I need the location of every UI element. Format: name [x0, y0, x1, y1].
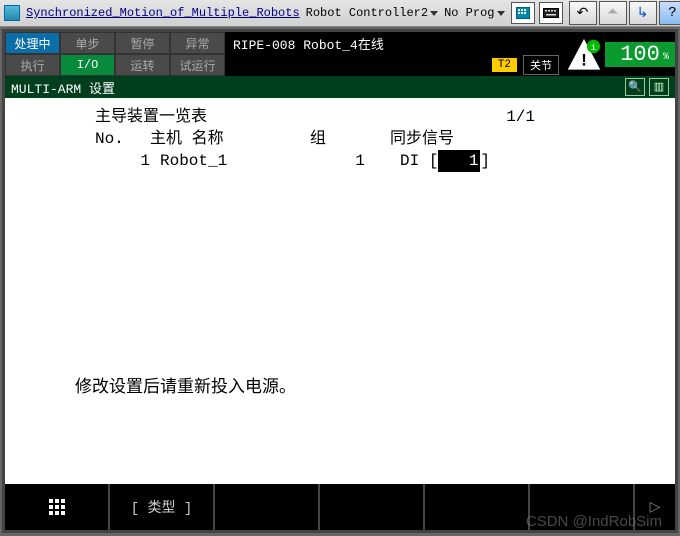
- col-host: 主机 名称: [150, 128, 310, 150]
- warning-icon: i!: [563, 35, 605, 73]
- col-no: No.: [95, 128, 150, 150]
- status-message: RIPE-008 Robot_4在线: [225, 34, 563, 53]
- screen-title: MULTI-ARM 设置: [11, 78, 115, 97]
- help-button[interactable]: ?: [659, 1, 680, 25]
- softkey-menu[interactable]: [5, 484, 110, 530]
- signal-number-input[interactable]: 1: [438, 150, 480, 172]
- override-display[interactable]: 100 %: [605, 42, 675, 67]
- teach-mode-badge: T2: [492, 58, 517, 72]
- svg-text:i: i: [591, 42, 597, 53]
- col-group: 组: [310, 128, 390, 150]
- status-step: 单步: [60, 32, 115, 54]
- status-busy: 处理中: [5, 32, 60, 54]
- status-panel: 处理中 单步 暂停 异常 RIPE-008 Robot_4在线 T2 关节 i!…: [5, 32, 675, 76]
- app-title: Synchronized_Motion_of_Multiple_Robots: [26, 6, 300, 20]
- teach-pendant-body: 处理中 单步 暂停 异常 RIPE-008 Robot_4在线 T2 关节 i!…: [2, 29, 678, 533]
- cell-no: 1: [95, 150, 160, 172]
- softkey-bar: [ 类型 ] ▷: [5, 484, 675, 530]
- softkey-f5[interactable]: [425, 484, 530, 530]
- status-io: I/O: [60, 54, 115, 76]
- chevron-down-icon: [430, 11, 438, 16]
- status-prod: 运转: [115, 54, 170, 76]
- coord-badge[interactable]: 关节: [523, 55, 559, 75]
- cell-host: Robot_1: [160, 150, 320, 172]
- notice-message: 修改设置后请重新投入电源。: [75, 378, 296, 400]
- table-row[interactable]: 1 Robot_1 1 DI [1]: [95, 150, 655, 172]
- program-label: No Prog: [444, 6, 494, 20]
- status-hold: 暂停: [115, 32, 170, 54]
- status-run: 执行: [5, 54, 60, 76]
- page-indicator: 1/1: [506, 106, 535, 128]
- status-message-area: RIPE-008 Robot_4在线 T2 关节 i! 100 %: [225, 32, 675, 76]
- controller-label: Robot Controller2: [306, 6, 428, 20]
- softkey-f6[interactable]: [530, 484, 635, 530]
- softkey-f3[interactable]: [215, 484, 320, 530]
- titlebar: Synchronized_Motion_of_Multiple_Robots R…: [0, 0, 680, 27]
- screen-header: MULTI-ARM 设置 🔍 ▥: [5, 76, 675, 98]
- status-fault: 异常: [170, 32, 225, 54]
- layout-icon[interactable]: ▥: [649, 78, 669, 96]
- controller-selector[interactable]: Robot Controller2: [306, 6, 438, 20]
- cell-sync: DI [1]: [400, 150, 560, 172]
- back-button[interactable]: ↶: [569, 1, 597, 25]
- fwd-button[interactable]: ↳: [629, 1, 657, 25]
- softkey-f2-type[interactable]: [ 类型 ]: [110, 484, 215, 530]
- chevron-down-icon: [497, 11, 505, 16]
- keyboard-icon[interactable]: [539, 2, 563, 24]
- table-header: No. 主机 名称 组 同步信号: [95, 128, 655, 150]
- cell-group: 1: [320, 150, 400, 172]
- program-selector[interactable]: No Prog: [444, 6, 504, 20]
- content-area: 主导装置一览表 1/1 No. 主机 名称 组 同步信号 1 Robot_1 1…: [5, 98, 675, 484]
- tree-button[interactable]: ⏶: [599, 1, 627, 25]
- zoom-icon[interactable]: 🔍: [625, 78, 645, 96]
- app-icon: [4, 5, 20, 21]
- svg-text:!: !: [579, 52, 589, 71]
- list-title: 主导装置一览表: [95, 106, 207, 128]
- override-unit: %: [663, 52, 669, 63]
- override-value: 100: [620, 42, 660, 67]
- keypad-icon[interactable]: [511, 2, 535, 24]
- softkey-next[interactable]: ▷: [635, 484, 675, 530]
- col-sync: 同步信号: [390, 128, 510, 150]
- softkey-f4[interactable]: [320, 484, 425, 530]
- status-test: 试运行: [170, 54, 225, 76]
